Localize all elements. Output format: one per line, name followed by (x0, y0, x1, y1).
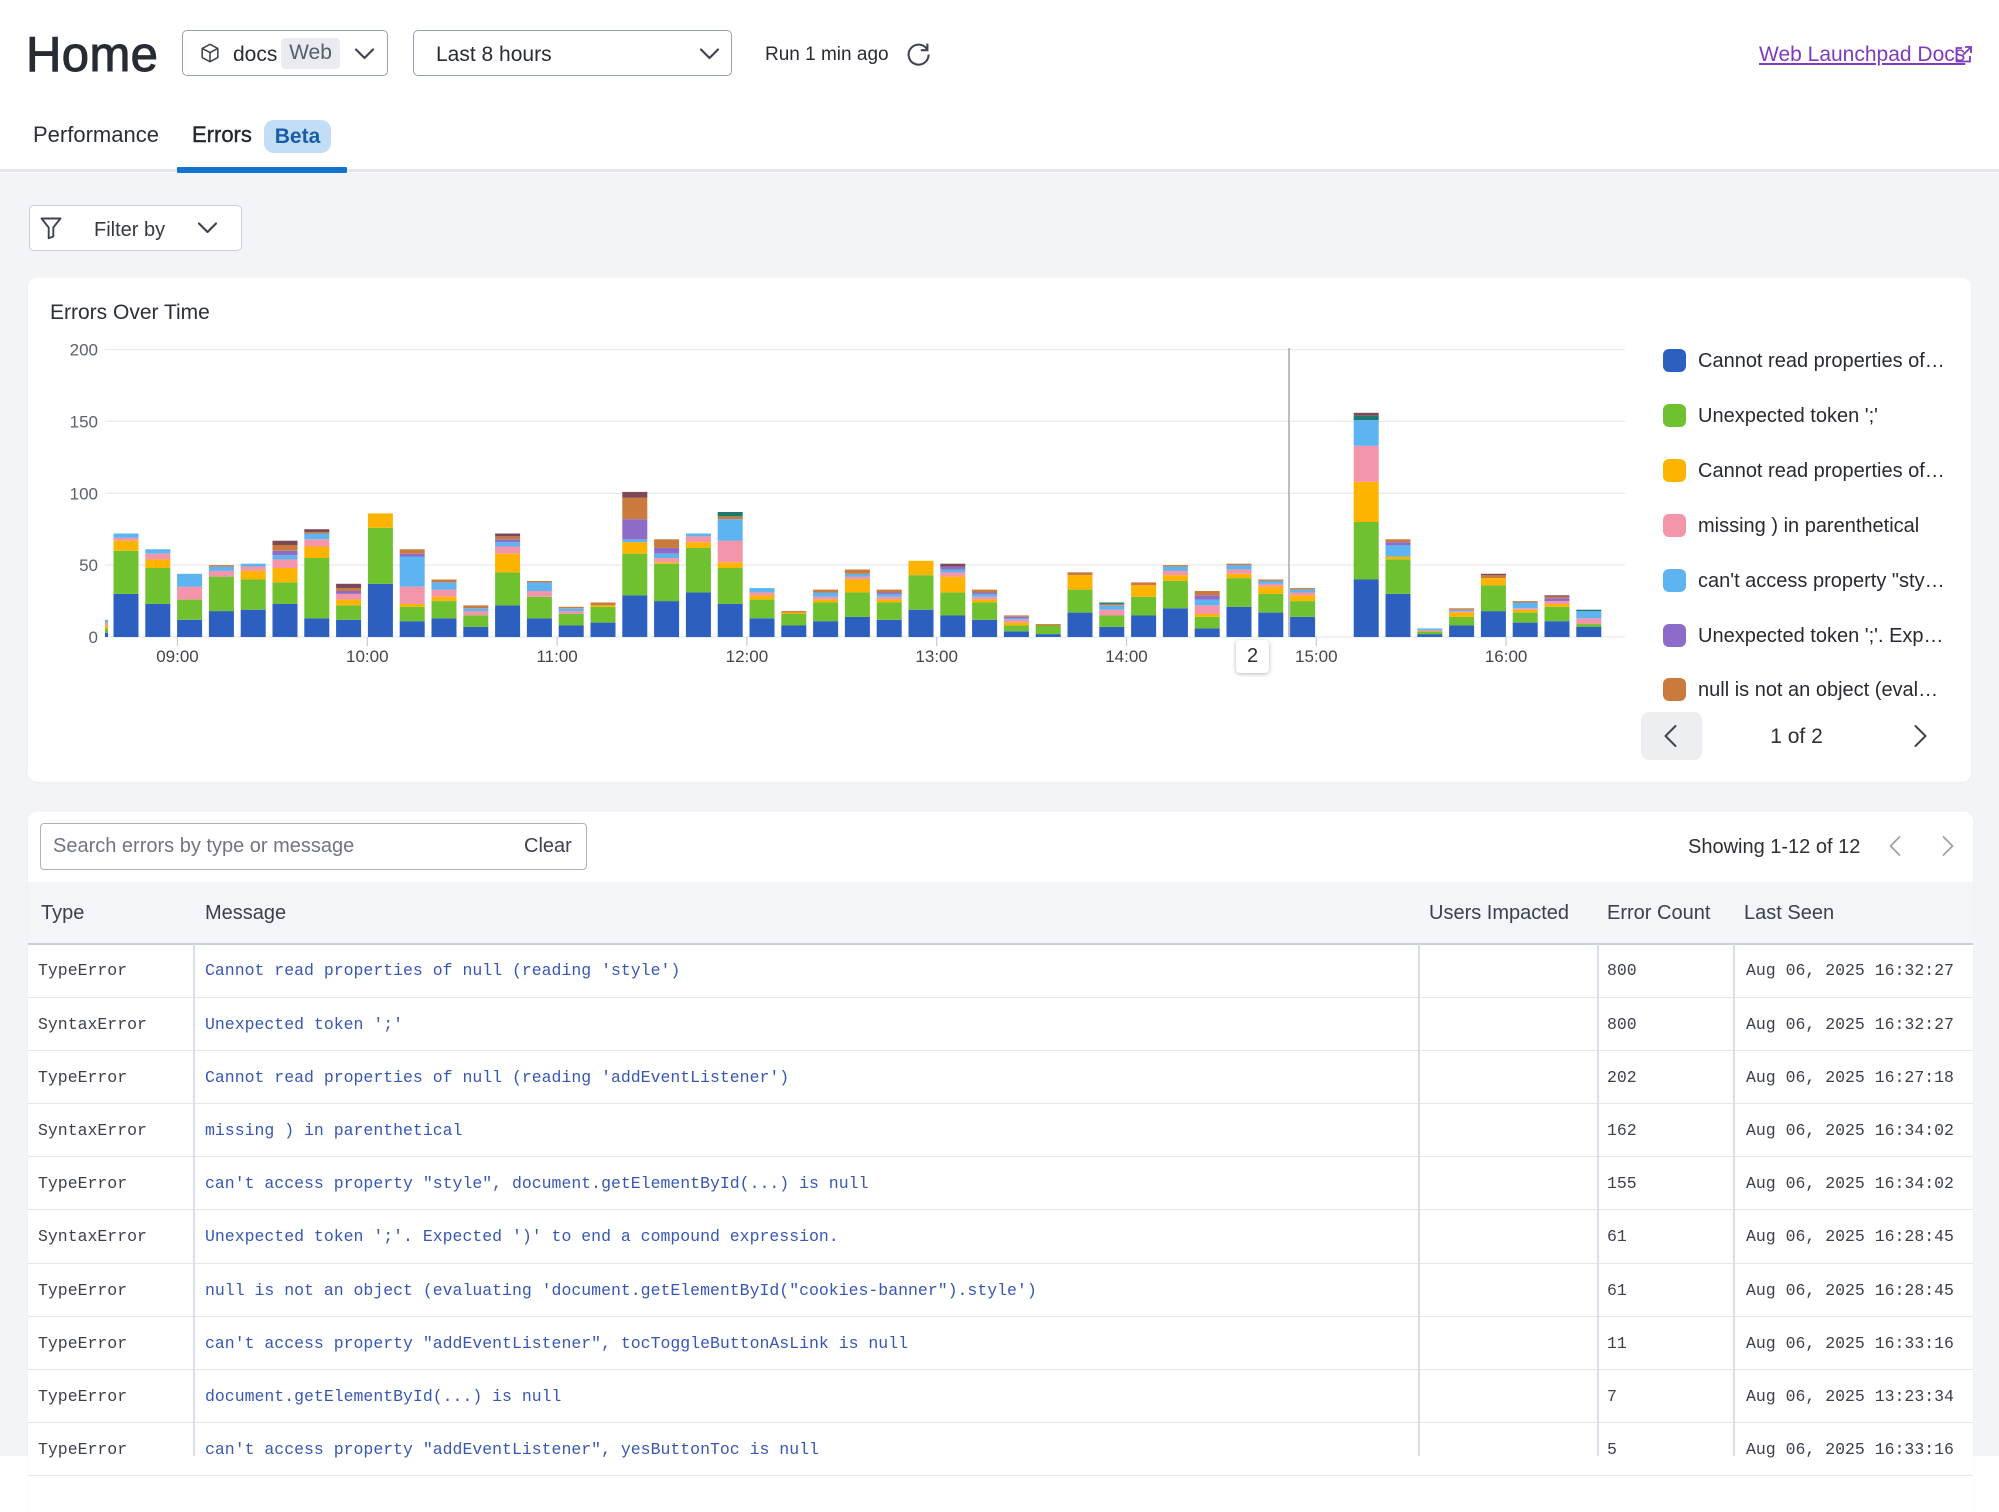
svg-text:16:00: 16:00 (1485, 647, 1528, 666)
svg-text:50: 50 (79, 556, 98, 575)
svg-text:15:00: 15:00 (1295, 647, 1338, 666)
svg-text:12:00: 12:00 (726, 647, 769, 666)
svg-text:14:00: 14:00 (1105, 647, 1148, 666)
svg-text:11:00: 11:00 (536, 647, 577, 666)
svg-text:09:00: 09:00 (156, 647, 199, 666)
svg-text:150: 150 (70, 412, 98, 431)
svg-text:100: 100 (70, 484, 98, 503)
svg-text:13:00: 13:00 (915, 647, 958, 666)
svg-text:200: 200 (70, 341, 98, 360)
svg-text:10:00: 10:00 (346, 647, 389, 666)
svg-text:0: 0 (89, 628, 98, 647)
